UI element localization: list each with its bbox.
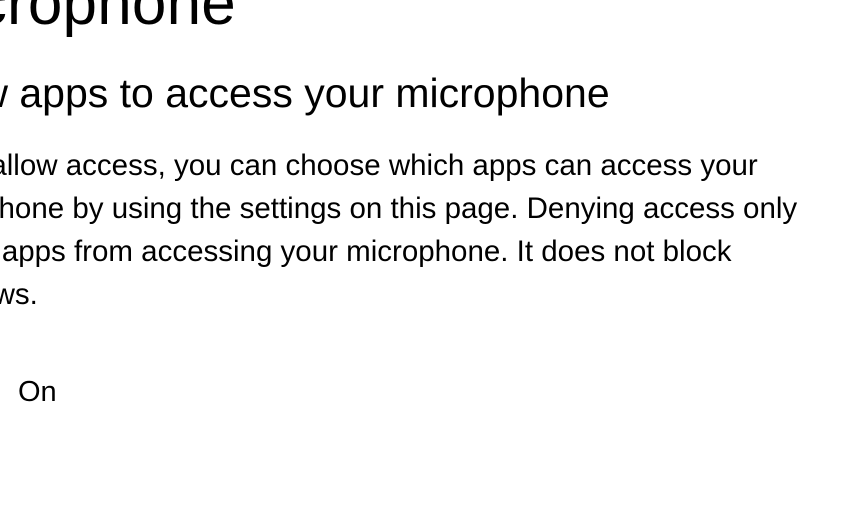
toggle-state-label: On xyxy=(18,376,57,409)
microphone-access-toggle-row: On xyxy=(0,370,860,414)
section-heading-allow-apps: Allow apps to access your microphone xyxy=(0,69,860,117)
section-body-text: If you allow access, you can choose whic… xyxy=(0,145,830,316)
page-title: Microphone xyxy=(0,0,860,39)
